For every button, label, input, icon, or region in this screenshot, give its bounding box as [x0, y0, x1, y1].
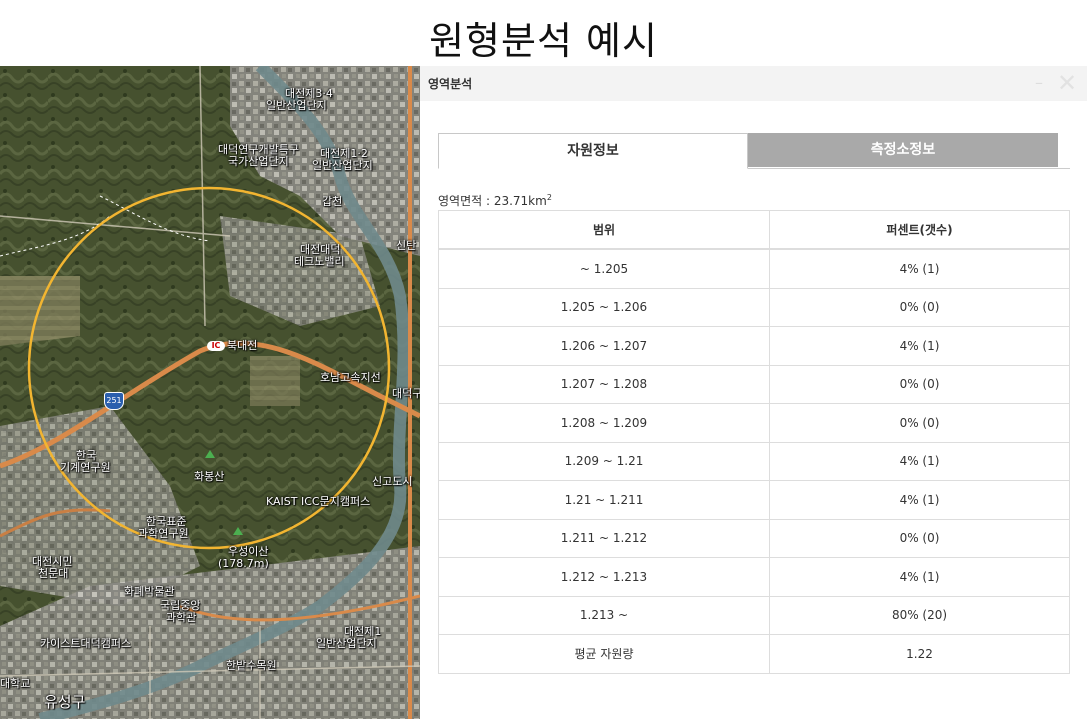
range-cell: 1.21 ~ 1.211 — [438, 480, 770, 520]
percent-cell: 0% (0) — [769, 403, 1070, 443]
percent-cell: 4% (1) — [769, 326, 1070, 366]
map-label: 카이스트대덕캠퍼스 — [40, 637, 132, 650]
map-label: 과학관 — [166, 611, 197, 624]
map-label: 신탄 — [396, 239, 417, 252]
range-cell: 1.205 ~ 1.206 — [438, 287, 770, 327]
page-title: 원형분석 예시 — [429, 19, 658, 63]
header-percent-count: 퍼센트(갯수) — [769, 210, 1070, 250]
percent-cell: 4% (1) — [769, 480, 1070, 520]
percent-cell: 80% (20) — [769, 595, 1070, 635]
range-cell: 1.206 ~ 1.207 — [438, 326, 770, 366]
table-row: 1.208 ~ 1.209 0% (0) — [438, 403, 1070, 443]
map-label: (178.7m) — [218, 557, 269, 570]
map-label: 화봉산 — [194, 470, 225, 483]
map-label: 갑천 — [322, 195, 343, 208]
map-label: 테크노밸리 — [294, 255, 345, 268]
table-row: 1.207 ~ 1.208 0% (0) — [438, 364, 1070, 404]
tab-station-info[interactable]: 측정소정보 — [748, 133, 1058, 167]
satellite-map[interactable]: 대전제3·4 일반산업단지 대덕연구개발특구 국가산업단지 대전제1·2 일반산… — [0, 66, 420, 719]
area-label: 영역면적 : 23.71km — [438, 194, 547, 208]
map-label: 기계연구원 — [60, 461, 111, 474]
map-label: 천문대 — [38, 567, 69, 580]
average-label-cell: 평균 자원량 — [438, 634, 770, 674]
map-label: 북대전 — [227, 339, 258, 352]
tab-resource-info[interactable]: 자원정보 — [438, 133, 748, 169]
table-row: ~ 1.205 4% (1) — [438, 248, 1070, 289]
map-label: 과학연구원 — [138, 527, 189, 540]
range-cell: 1.208 ~ 1.209 — [438, 403, 770, 443]
map-label: 한밭수목원 — [226, 659, 277, 672]
map-label: 호남고속지선 — [320, 371, 381, 384]
table-row: 1.21 ~ 1.211 4% (1) — [438, 480, 1070, 520]
percent-cell: 0% (0) — [769, 518, 1070, 558]
map-label: 국가산업단지 — [228, 155, 289, 168]
range-cell: 1.209 ~ 1.21 — [438, 441, 770, 481]
table-row-average: 평균 자원량 1.22 — [438, 634, 1070, 674]
percent-cell: 0% (0) — [769, 287, 1070, 327]
map-label: 유성구 — [44, 693, 86, 711]
table-row: 1.206 ~ 1.207 4% (1) — [438, 326, 1070, 366]
map-label: 일반산업단지 — [316, 637, 377, 650]
range-cell: 1.211 ~ 1.212 — [438, 518, 770, 558]
map-label: 일반산업단지 — [312, 159, 373, 172]
minimize-icon[interactable]: – — [1030, 74, 1048, 92]
table-row: 1.213 ~80% (20) — [438, 595, 1070, 635]
map-label: 대덕구 — [392, 387, 420, 400]
average-value-cell: 1.22 — [769, 634, 1070, 674]
range-cell: ~ 1.205 — [438, 248, 770, 289]
tab-bar: 자원정보 측정소정보 — [438, 133, 1070, 169]
ic-badge: IC — [207, 341, 225, 351]
percent-cell: 0% (0) — [769, 364, 1070, 404]
map-label: KAIST ICC문지캠퍼스 — [266, 495, 371, 508]
range-cell: 1.213 ~ — [438, 595, 770, 635]
area-unit-exponent: 2 — [546, 193, 552, 202]
highway-shield-icon: 251 — [104, 392, 124, 410]
table-row: 1.205 ~ 1.206 0% (0) — [438, 287, 1070, 327]
header-range: 범위 — [438, 210, 770, 250]
map-label: 화폐박물관 — [124, 585, 175, 598]
map-label: 일반산업단지 — [266, 99, 327, 112]
table-header-row: 범위 퍼센트(갯수) — [438, 210, 1070, 250]
map-label: 대학교 — [0, 677, 31, 690]
percent-cell: 4% (1) — [769, 248, 1070, 289]
result-table: 범위 퍼센트(갯수) ~ 1.205 4% (1) 1.205 ~ 1.206 0%… — [438, 210, 1070, 674]
table-row: 1.211 ~ 1.212 0% (0) — [438, 518, 1070, 558]
range-cell: 1.207 ~ 1.208 — [438, 364, 770, 404]
table-row: 1.212 ~ 1.213 4% (1) — [438, 557, 1070, 597]
range-cell: 1.212 ~ 1.213 — [438, 557, 770, 597]
map-label: 신고도시 — [372, 475, 413, 488]
panel-header[interactable]: 영역분석 – ✕ — [420, 66, 1087, 101]
analysis-panel: 영역분석 – ✕ 자원정보 측정소정보 영역면적 : 23.71km2 범위 퍼… — [420, 66, 1087, 719]
area-info: 영역면적 : 23.71km2 — [438, 192, 552, 209]
close-icon[interactable]: ✕ — [1056, 71, 1078, 95]
percent-cell: 4% (1) — [769, 557, 1070, 597]
table-row: 1.209 ~ 1.21 4% (1) — [438, 441, 1070, 481]
percent-cell: 4% (1) — [769, 441, 1070, 481]
panel-title: 영역분석 — [428, 77, 473, 91]
